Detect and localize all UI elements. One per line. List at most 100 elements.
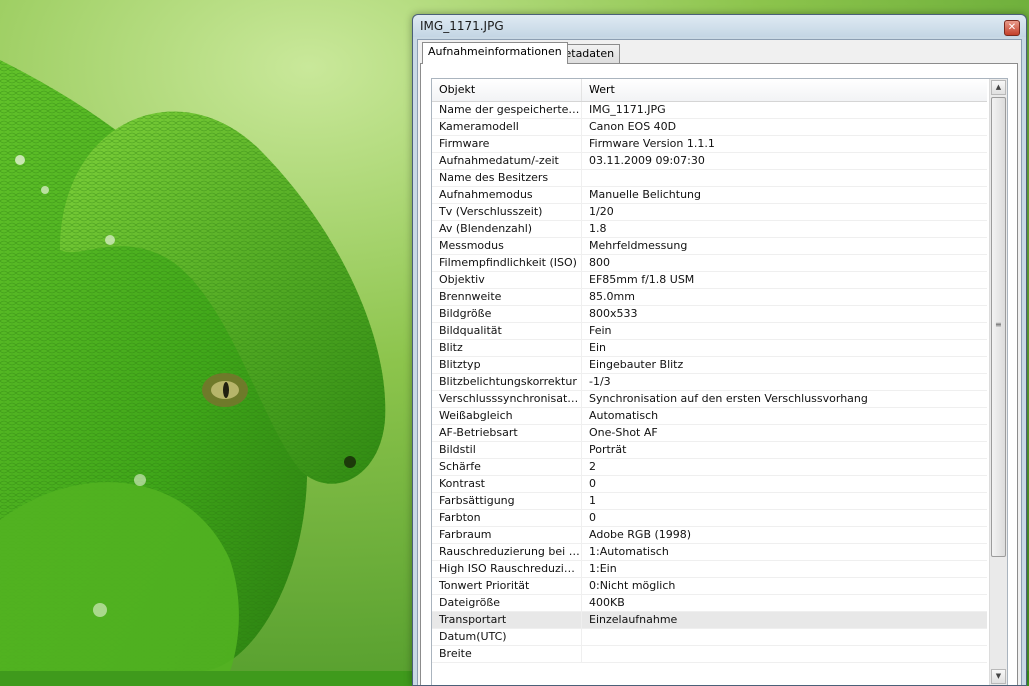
table-row[interactable]: Messmodus Mehrfeldmessung [432,238,987,255]
window-client-area: Aufnahmeinformationen Metadaten Objekt W… [417,39,1022,685]
table-row[interactable]: Tonwert Priorität 0:Nicht möglich [432,578,987,595]
cell-wert: Porträt [589,443,627,456]
table-row[interactable]: Brennweite 85.0mm [432,289,987,306]
table-row[interactable]: Kameramodell Canon EOS 40D [432,119,987,136]
cell-objekt: Kameramodell [432,119,582,135]
cell-objekt: Bildgröße [432,306,582,322]
cell-wert: Einzelaufnahme [589,613,678,626]
table-row[interactable]: Name der gespeicherten Datei IMG_1171.JPG [432,102,987,119]
cell-objekt: Farbton [432,510,582,526]
table-row[interactable]: Weißabgleich Automatisch [432,408,987,425]
table-row[interactable]: Breite [432,646,987,663]
window-title: IMG_1171.JPG [420,19,504,33]
table-row[interactable]: Verschlusssynchronisation Synchronisation… [432,391,987,408]
table-row[interactable]: Name des Besitzers [432,170,987,187]
cell-objekt: Filmempfindlichkeit (ISO) [432,255,582,271]
close-button[interactable]: ✕ [1004,20,1020,36]
cell-wert [582,170,987,186]
arrow-up-icon: ▲ [995,83,1002,91]
cell-wert: 800x533 [589,307,638,320]
list-rows: Name der gespeicherten Datei IMG_1171.JPG… [432,102,987,663]
cell-wert: 1/20 [589,205,614,218]
scroll-down-button[interactable]: ▼ [991,669,1006,684]
cell-wert: 85.0mm [589,290,635,303]
cell-wert: Canon EOS 40D [589,120,677,133]
cell-objekt: Farbraum [432,527,582,543]
table-row[interactable]: AF-Betriebsart One-Shot AF [432,425,987,442]
window-titlebar[interactable]: IMG_1171.JPG ✕ [413,15,1026,37]
cell-wert: Ein [589,341,606,354]
cell-objekt: Bildstil [432,442,582,458]
cell-wert [582,646,987,662]
cell-objekt: Av (Blendenzahl) [432,221,582,237]
arrow-down-icon: ▼ [995,672,1002,680]
table-row[interactable]: Rauschreduzierung bei Langzeitbelichtung… [432,544,987,561]
table-row[interactable]: Bildstil Porträt [432,442,987,459]
table-row[interactable]: Blitztyp Eingebauter Blitz [432,357,987,374]
table-row[interactable]: Farbsättigung 1 [432,493,987,510]
table-row[interactable]: Bildgröße 800x533 [432,306,987,323]
cell-objekt: High ISO Rauschreduzierung [432,561,582,577]
cell-wert: 2 [589,460,596,473]
table-row[interactable]: Kontrast 0 [432,476,987,493]
tab-aufnahmeinformationen[interactable]: Aufnahmeinformationen [422,42,568,64]
cell-objekt: Aufnahmemodus [432,187,582,203]
info-list-view: Objekt Wert Name der gespeicherten Datei… [431,78,1008,685]
cell-objekt: Firmware [432,136,582,152]
table-row[interactable]: Blitzbelichtungskorrektur -1/3 [432,374,987,391]
cell-wert [582,629,987,645]
cell-objekt: Dateigröße [432,595,582,611]
table-row[interactable]: Datum(UTC) [432,629,987,646]
cell-wert: 0:Nicht möglich [589,579,676,592]
cell-objekt: Breite [432,646,582,662]
table-row[interactable]: Av (Blendenzahl) 1.8 [432,221,987,238]
table-row[interactable]: Aufnahmemodus Manuelle Belichtung [432,187,987,204]
scroll-up-button[interactable]: ▲ [991,80,1006,95]
cell-wert: -1/3 [589,375,611,388]
column-header-wert[interactable]: Wert [582,79,987,101]
table-row[interactable]: Blitz Ein [432,340,987,357]
cell-objekt: AF-Betriebsart [432,425,582,441]
table-row[interactable]: Objektiv EF85mm f/1.8 USM [432,272,987,289]
table-row[interactable]: Firmware Firmware Version 1.1.1 [432,136,987,153]
vertical-scrollbar[interactable]: ▲ ≡ ▼ [989,79,1007,685]
table-row[interactable]: Bildqualität Fein [432,323,987,340]
tab-panel: Objekt Wert Name der gespeicherten Datei… [420,63,1018,685]
cell-objekt: Rauschreduzierung bei Langzeitbelichtung [432,544,582,560]
cell-objekt: Verschlusssynchronisation [432,391,582,407]
table-row[interactable]: Transportart Einzelaufnahme [432,612,987,629]
cell-wert: EF85mm f/1.8 USM [589,273,695,286]
cell-wert: 03.11.2009 09:07:30 [589,154,705,167]
cell-wert: One-Shot AF [589,426,658,439]
cell-objekt: Kontrast [432,476,582,492]
close-icon: ✕ [1007,22,1017,33]
cell-wert: 1.8 [589,222,607,235]
cell-wert: 0 [589,511,596,524]
cell-objekt: Datum(UTC) [432,629,582,645]
table-row[interactable]: Aufnahmedatum/-zeit 03.11.2009 09:07:30 [432,153,987,170]
cell-objekt: Tv (Verschlusszeit) [432,204,582,220]
cell-wert: Mehrfeldmessung [589,239,688,252]
column-header-objekt[interactable]: Objekt [432,79,582,101]
cell-objekt: Objektiv [432,272,582,288]
cell-objekt: Farbsättigung [432,493,582,509]
table-row[interactable]: Dateigröße 400KB [432,595,987,612]
table-row[interactable]: Schärfe 2 [432,459,987,476]
scrollbar-thumb[interactable]: ≡ [991,97,1006,557]
cell-wert: Automatisch [589,409,659,422]
table-row[interactable]: Farbraum Adobe RGB (1998) [432,527,987,544]
cell-objekt: Bildqualität [432,323,582,339]
cell-wert: IMG_1171.JPG [589,103,666,116]
cell-wert: 1:Automatisch [589,545,669,558]
table-row[interactable]: Farbton 0 [432,510,987,527]
cell-objekt: Name der gespeicherten Datei [432,102,582,118]
cell-objekt: Brennweite [432,289,582,305]
table-row[interactable]: High ISO Rauschreduzierung 1:Ein [432,561,987,578]
table-row[interactable]: Filmempfindlichkeit (ISO) 800 [432,255,987,272]
image-info-window: IMG_1171.JPG ✕ Aufnahmeinformationen Met… [412,14,1027,686]
cell-objekt: Blitz [432,340,582,356]
cell-objekt: Blitztyp [432,357,582,373]
cell-objekt: Tonwert Priorität [432,578,582,594]
cell-objekt: Messmodus [432,238,582,254]
table-row[interactable]: Tv (Verschlusszeit) 1/20 [432,204,987,221]
